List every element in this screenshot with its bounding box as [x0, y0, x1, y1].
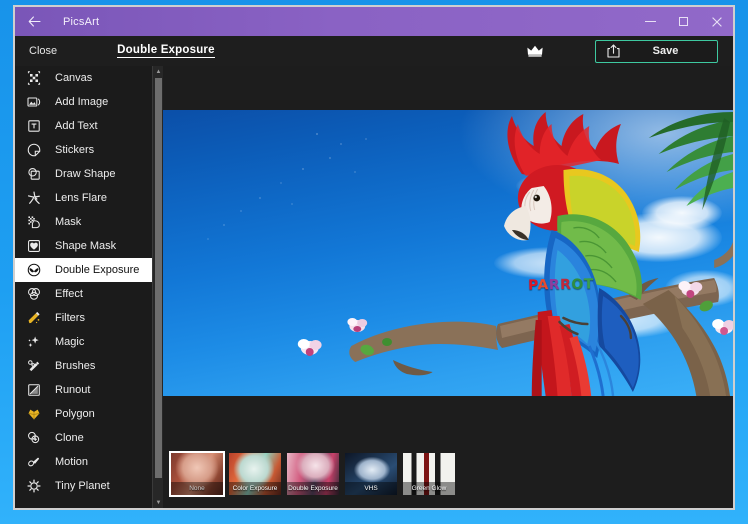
sidebar-item-polygon[interactable]: Polygon: [15, 402, 152, 426]
page-title: Double Exposure: [117, 44, 215, 58]
minimize-button[interactable]: [634, 7, 667, 36]
sidebar-item-effect[interactable]: Effect: [15, 282, 152, 306]
sidebar-item-label: Draw Shape: [55, 168, 116, 180]
save-button-label: Save: [652, 45, 679, 57]
sidebar-item-label: Canvas: [55, 72, 93, 84]
sidebar-item-motion[interactable]: Motion: [15, 450, 152, 474]
app-title: PicsArt: [63, 15, 100, 28]
clone-icon: [23, 428, 45, 448]
sidebar-item-label: Lens Flare: [55, 192, 107, 204]
sidebar-item-canvas[interactable]: Canvas: [15, 66, 152, 90]
filter-filmstrip[interactable]: None Color Exposure Double Exposure VHS Gree…: [163, 440, 733, 508]
sidebar-item-label: Double Exposure: [55, 264, 140, 276]
shape-mask-icon: [23, 236, 45, 256]
desktop-background: PicsArt Close Double Exposure Save Canva…: [0, 0, 748, 524]
parrot-letter: R: [548, 277, 561, 294]
window-bezel: PicsArt Close Double Exposure Save Canva…: [13, 5, 735, 510]
filter-thumbnail-color-exposure[interactable]: Color Exposure: [227, 451, 283, 497]
magic-icon: [23, 332, 45, 352]
sidebar-item-label: Magic: [55, 336, 85, 348]
double-exposure-icon: [23, 260, 45, 280]
brushes-icon: [23, 356, 45, 376]
sidebar-item-add-text[interactable]: Add Text: [15, 114, 152, 138]
filter-thumbnail-label: Green Glow: [403, 482, 455, 495]
parrot-letter: O: [571, 276, 584, 294]
sidebar-item-stickers[interactable]: Stickers: [15, 138, 152, 162]
filter-thumbnail-vhs[interactable]: VHS: [343, 451, 399, 497]
tool-sidebar[interactable]: Canvas Add Image Add Text Stickers Draw Shap…: [15, 66, 152, 508]
parrot-illustration: [297, 112, 733, 396]
filter-thumbnail-label: VHS: [345, 482, 397, 495]
effect-icon: [23, 284, 45, 304]
toolbar-right-group: Save: [521, 39, 733, 63]
sidebar-item-double-exposure[interactable]: Double Exposure: [15, 258, 152, 282]
sidebar-item-runout[interactable]: Runout: [15, 378, 152, 402]
canvas-icon: [23, 68, 45, 88]
editor-main: PARROT None Color Exposure Double Exposure…: [163, 66, 733, 508]
motion-icon: [23, 452, 45, 472]
stickers-icon: [23, 140, 45, 160]
polygon-icon: [23, 404, 45, 424]
sidebar-item-label: Tiny Planet: [55, 480, 110, 492]
parrot-letter: R: [559, 277, 572, 294]
share-export-icon: [596, 44, 630, 58]
sidebar-item-label: Add Text: [55, 120, 98, 132]
back-arrow-icon[interactable]: [15, 7, 53, 36]
sidebar-item-add-image[interactable]: Add Image: [15, 90, 152, 114]
sidebar-scrollbar[interactable]: ▲ ▼: [152, 66, 163, 508]
filter-thumbnail-none[interactable]: None: [169, 451, 225, 497]
picsart-window: PicsArt Close Double Exposure Save Canva…: [15, 7, 733, 508]
sidebar-item-label: Motion: [55, 456, 89, 468]
add-text-icon: [23, 116, 45, 136]
add-image-icon: [23, 92, 45, 112]
canvas-area[interactable]: PARROT: [163, 66, 733, 440]
scarlet-macaw: [504, 112, 643, 396]
parrot-letter: T: [583, 276, 594, 293]
sidebar-item-draw-shape[interactable]: Draw Shape: [15, 162, 152, 186]
filter-thumbnail-label: None: [171, 482, 223, 495]
parrot-overlay-text[interactable]: PARROT: [528, 277, 594, 294]
sidebar-item-brushes[interactable]: Brushes: [15, 354, 152, 378]
sidebar-item-lens-flare[interactable]: Lens Flare: [15, 186, 152, 210]
filter-thumbnail-double-exposure[interactable]: Double Exposure: [285, 451, 341, 497]
sidebar-scrollbar-thumb[interactable]: [155, 78, 162, 478]
sidebar-item-shape-mask[interactable]: Shape Mask: [15, 234, 152, 258]
editor-toolbar: Close Double Exposure Save: [15, 36, 733, 66]
filter-thumbnail-green-glow[interactable]: Green Glow: [401, 451, 457, 497]
image-artboard[interactable]: PARROT: [163, 110, 733, 396]
sidebar-item-magic[interactable]: Magic: [15, 330, 152, 354]
close-editor-button[interactable]: Close: [29, 45, 57, 57]
runout-icon: [23, 380, 45, 400]
sidebar-item-label: Clone: [55, 432, 84, 444]
sidebar-item-label: Effect: [55, 288, 83, 300]
filter-thumbnail-label: Color Exposure: [229, 482, 281, 495]
sidebar-item-label: Filters: [55, 312, 85, 324]
title-bar: PicsArt: [15, 7, 733, 36]
tiny-planet-icon: [23, 476, 45, 496]
filter-thumbnail-label: Double Exposure: [287, 482, 339, 495]
sidebar-item-label: Brushes: [55, 360, 96, 372]
sidebar-item-label: Add Image: [55, 96, 109, 108]
window-controls: [634, 7, 733, 36]
sidebar-item-label: Mask: [55, 216, 82, 228]
sidebar-item-label: Shape Mask: [55, 240, 117, 252]
sidebar-item-mask[interactable]: Mask: [15, 210, 152, 234]
draw-shape-icon: [23, 164, 45, 184]
sidebar-item-filters[interactable]: Filters: [15, 306, 152, 330]
parrot-letter: A: [537, 277, 549, 294]
lens-flare-icon: [23, 188, 45, 208]
sidebar-item-clone[interactable]: Clone: [15, 426, 152, 450]
save-button[interactable]: Save: [595, 39, 718, 63]
sidebar-item-label: Stickers: [55, 144, 95, 156]
sidebar-item-label: Polygon: [55, 408, 95, 420]
sidebar-item-tiny-planet[interactable]: Tiny Planet: [15, 474, 152, 498]
maximize-button[interactable]: [667, 7, 700, 36]
filters-icon: [23, 308, 45, 328]
close-window-button[interactable]: [700, 7, 733, 36]
mask-icon: [23, 212, 45, 232]
sidebar-item-label: Runout: [55, 384, 91, 396]
palm-fronds: [648, 112, 733, 210]
crown-icon[interactable]: [521, 40, 549, 62]
